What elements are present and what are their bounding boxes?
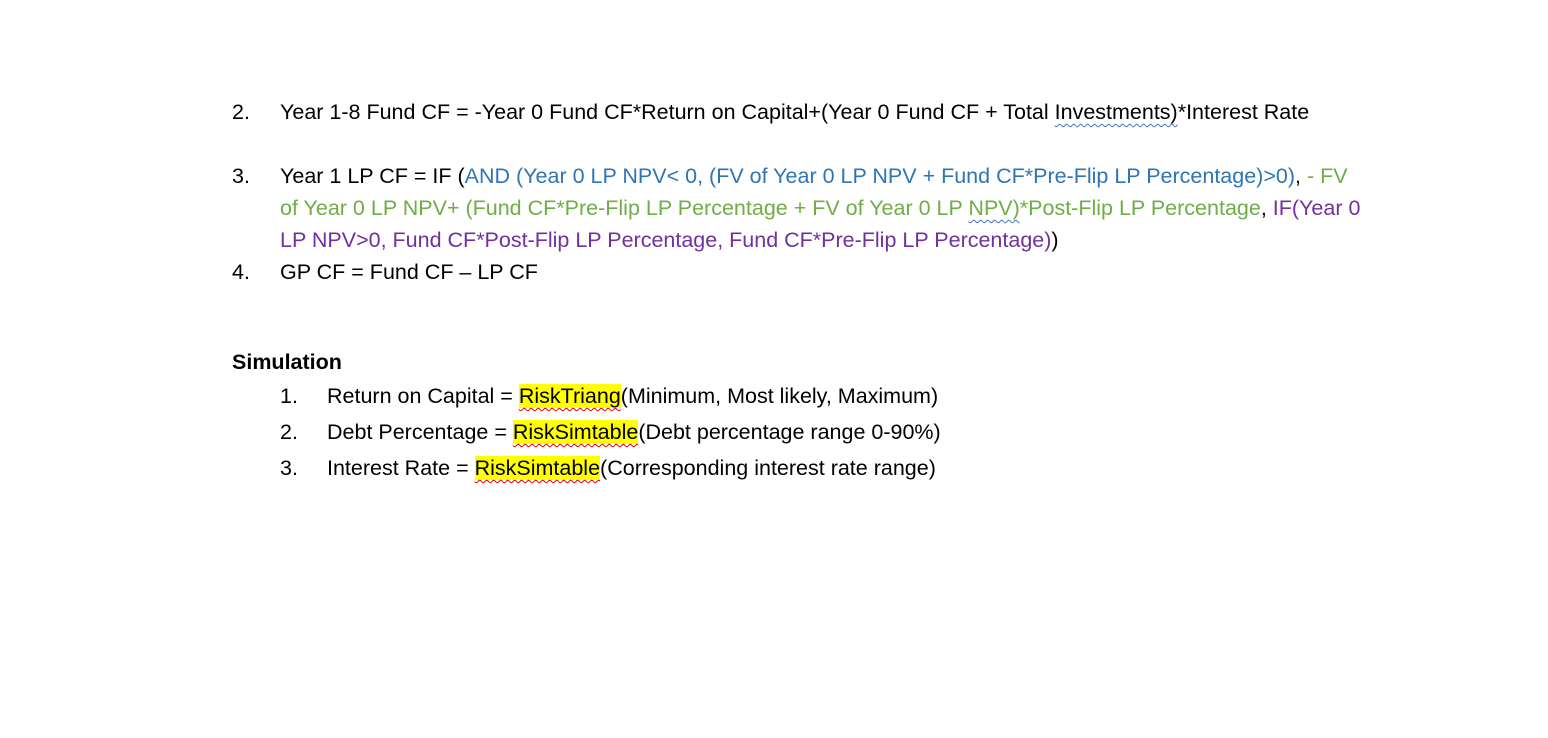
simulation-heading: Simulation <box>232 350 342 374</box>
simulation-lhs: Return on Capital = <box>327 384 519 408</box>
function-name-highlight: RiskSimtable <box>512 420 639 444</box>
simulation-text: Return on Capital = RiskTriang(Minimum, … <box>327 380 938 412</box>
simulation-text: Interest Rate = RiskSimtable(Correspondi… <box>327 452 936 484</box>
formula-text: Year 1 LP CF = IF (AND (Year 0 LP NPV< 0… <box>280 160 1370 256</box>
list-number: 1. <box>280 384 298 408</box>
formula-segment: ) <box>1051 228 1059 252</box>
formula-condition: AND (Year 0 LP NPV< 0, (FV of Year 0 LP … <box>464 164 1296 188</box>
function-name-highlight: RiskSimtable <box>474 456 601 480</box>
formula-segment-underlined: Investments) <box>1054 100 1178 124</box>
formula-text: GP CF = Fund CF – LP CF <box>280 256 1370 288</box>
simulation-args: (Minimum, Most likely, Maximum) <box>620 384 939 408</box>
formula-segment: , <box>1295 164 1307 188</box>
simulation-args: (Corresponding interest rate range) <box>600 456 936 480</box>
list-number: 4. <box>232 260 250 284</box>
function-name-highlight: RiskTriang <box>518 384 621 408</box>
list-number: 2. <box>232 100 250 124</box>
list-number: 3. <box>280 456 298 480</box>
simulation-lhs: Interest Rate = <box>327 456 475 480</box>
formula-text: Year 1-8 Fund CF = -Year 0 Fund CF*Retur… <box>280 96 1370 128</box>
formula-true-branch-end: *Post-Flip LP Percentage <box>1019 196 1261 220</box>
simulation-args: (Debt percentage range 0-90%) <box>638 420 941 444</box>
formula-true-branch-underlined: NPV) <box>968 196 1020 220</box>
list-number: 3. <box>232 164 250 188</box>
formula-segment: GP CF = Fund CF – LP CF <box>280 260 538 284</box>
simulation-text: Debt Percentage = RiskSimtable(Debt perc… <box>327 416 941 448</box>
document-page: 2. Year 1-8 Fund CF = -Year 0 Fund CF*Re… <box>0 0 1548 738</box>
simulation-lhs: Debt Percentage = <box>327 420 513 444</box>
list-number: 2. <box>280 420 298 444</box>
formula-segment: Year 1-8 Fund CF = -Year 0 Fund CF*Retur… <box>280 100 1055 124</box>
formula-segment: Year 1 LP CF = IF ( <box>280 164 465 188</box>
formula-segment: , <box>1260 196 1273 220</box>
formula-segment: *Interest Rate <box>1177 100 1310 124</box>
